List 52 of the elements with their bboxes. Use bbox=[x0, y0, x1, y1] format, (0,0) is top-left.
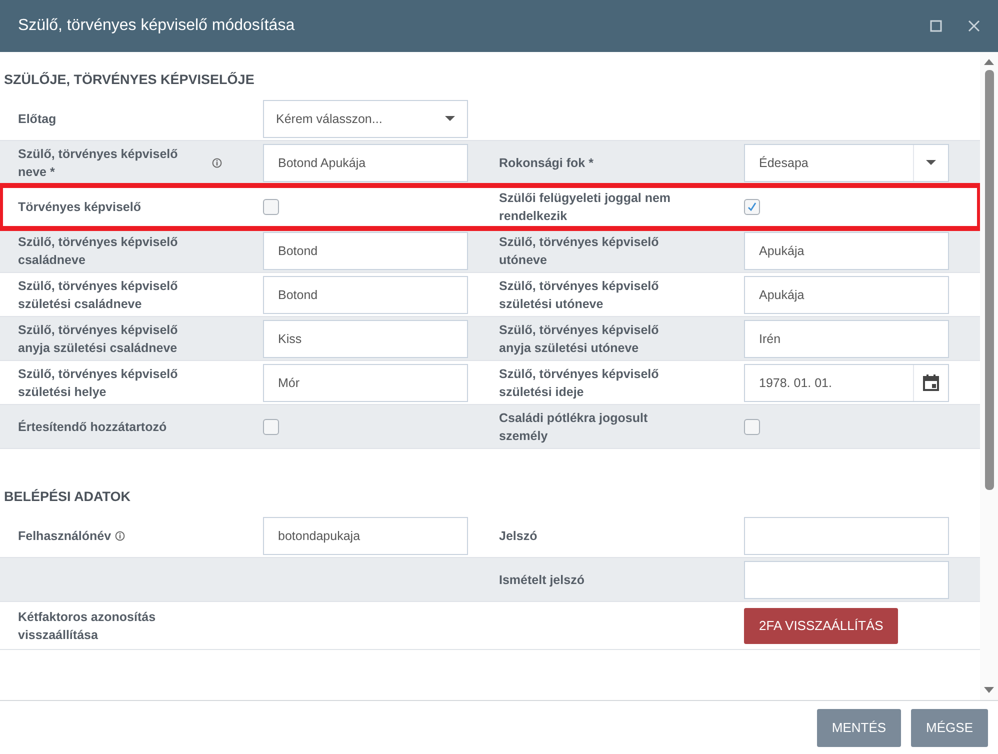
input-field[interactable]: Irén bbox=[744, 320, 949, 358]
input-field[interactable]: Apukája bbox=[744, 232, 949, 270]
password-field[interactable] bbox=[744, 516, 949, 554]
dialog-title: Szülő, törvényes képviselő módosítása bbox=[18, 17, 296, 35]
select-field[interactable]: Kérem válasszon... bbox=[263, 100, 468, 138]
field-label: Felhasználónév bbox=[18, 528, 112, 544]
field-label: Szülő, törvényes képviselő neve * bbox=[18, 146, 179, 180]
close-icon[interactable] bbox=[968, 20, 980, 32]
input-field[interactable]: Mór bbox=[263, 364, 468, 402]
field-label: Jelszó bbox=[499, 528, 538, 544]
field-label: Szülő, törvényes képviselő születési ideje bbox=[499, 366, 660, 400]
field-label: Családi pótlékra jogosult személy bbox=[499, 410, 649, 444]
input-field[interactable]: Botond bbox=[263, 276, 468, 314]
section-title: SZÜLŐJE, TÖRVÉNYES KÉPVISELŐJE bbox=[3, 71, 256, 89]
footer-button[interactable]: MENTÉS bbox=[816, 708, 902, 746]
section-title: BELÉPÉSI ADATOK bbox=[3, 488, 132, 506]
scroll-up-icon[interactable] bbox=[984, 58, 994, 66]
checkbox[interactable] bbox=[263, 198, 279, 214]
checkbox[interactable] bbox=[263, 418, 279, 434]
select-field[interactable]: Édesapa bbox=[744, 144, 949, 182]
checkmark-icon bbox=[747, 202, 757, 212]
date-field[interactable]: 1978. 01. 01. bbox=[744, 364, 949, 402]
field-label: Kétfaktoros azonosítás visszaállítása bbox=[18, 608, 157, 644]
field-label: Szülő, törvényes képviselő születési utóneve bbox=[499, 278, 660, 312]
field-label: Szülő, törvényes képviselő családneve bbox=[18, 234, 179, 268]
checkbox[interactable] bbox=[744, 198, 760, 214]
checkbox[interactable] bbox=[744, 418, 760, 434]
field-label: Rokonsági fok * bbox=[499, 154, 594, 172]
field-label: Szülő, törvényes képviselő anyja születési családneve bbox=[18, 322, 179, 356]
input-field[interactable]: Botond bbox=[263, 232, 468, 270]
caret-icon bbox=[926, 160, 936, 165]
maximize-icon[interactable] bbox=[930, 20, 942, 32]
input-field[interactable]: botondapukaja bbox=[263, 516, 468, 554]
input-field[interactable]: Botond Apukája bbox=[263, 144, 468, 182]
field-label: Szülő, törvényes képviselő anyja születési utóneve bbox=[499, 322, 660, 356]
field-label: Szülő, törvényes képviselő születési családneve bbox=[18, 278, 179, 312]
footer-button[interactable]: MÉGSE bbox=[911, 708, 988, 746]
scroll-down-icon[interactable] bbox=[984, 686, 994, 694]
calendar-icon bbox=[923, 374, 939, 391]
reset-2fa-button[interactable]: 2FA VISSZAÁLLÍTÁS bbox=[744, 608, 898, 644]
caret-icon bbox=[445, 116, 455, 121]
password-field[interactable] bbox=[744, 560, 949, 598]
field-label: Törvényes képviselő bbox=[18, 198, 141, 216]
field-label: Szülő, törvényes képviselő születési helye bbox=[18, 366, 179, 400]
input-field[interactable]: Apukája bbox=[744, 276, 949, 314]
input-field[interactable]: Kiss bbox=[263, 320, 468, 358]
field-label: Ismételt jelszó bbox=[499, 572, 584, 588]
field-label: Értesítendő hozzátartozó bbox=[18, 418, 167, 436]
field-label: Szülő, törvényes képviselő utóneve bbox=[499, 234, 660, 268]
field-label: Előtag bbox=[18, 110, 56, 128]
scrollbar[interactable] bbox=[980, 52, 998, 700]
field-label: Szülői felügyeleti joggal nem rendelkezik bbox=[499, 190, 672, 224]
